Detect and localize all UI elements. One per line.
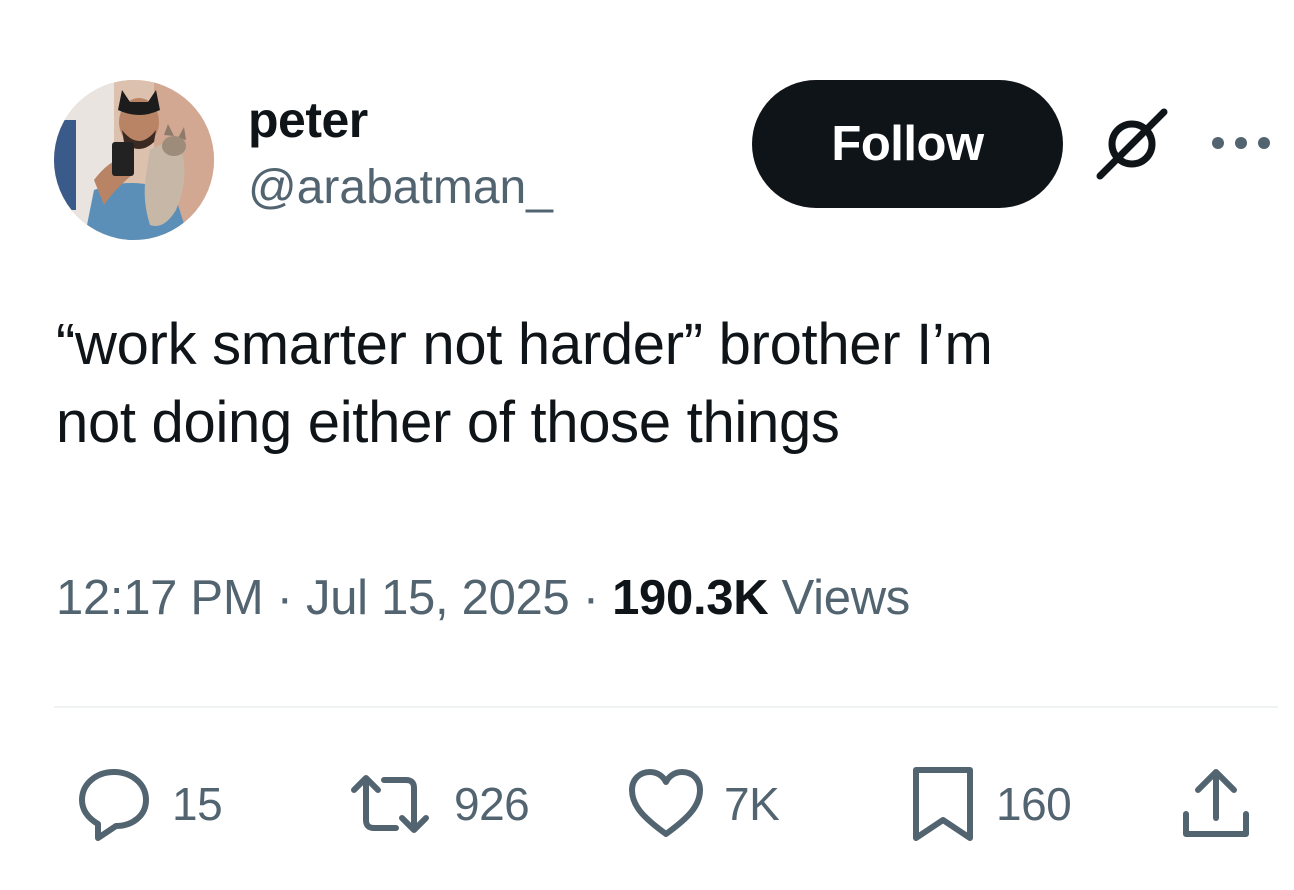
share-button[interactable] xyxy=(1178,764,1254,844)
user-block: peter @arabatman_ xyxy=(248,88,553,218)
grok-icon[interactable] xyxy=(1094,106,1170,182)
like-button[interactable]: 7K xyxy=(626,764,780,844)
follow-button[interactable]: Follow xyxy=(752,80,1063,208)
avatar[interactable] xyxy=(54,80,214,240)
tweet-date[interactable]: Jul 15, 2025 xyxy=(306,571,570,625)
tweet-time[interactable]: 12:17 PM xyxy=(56,571,264,625)
tweet-meta: 12:17 PM · Jul 15, 2025 · 190.3K Views xyxy=(56,566,910,630)
divider xyxy=(54,706,1278,708)
meta-separator: · xyxy=(276,571,293,625)
tweet-text-line: not doing either of those things xyxy=(56,390,840,455)
share-icon xyxy=(1178,764,1254,844)
views-label: Views xyxy=(781,571,911,625)
retweet-button[interactable]: 926 xyxy=(344,764,530,844)
bookmark-button[interactable]: 160 xyxy=(908,764,1072,844)
heart-icon xyxy=(626,764,706,844)
meta-separator: · xyxy=(582,571,599,625)
retweet-count: 926 xyxy=(454,778,530,830)
retweet-icon xyxy=(344,764,436,844)
like-count: 7K xyxy=(724,778,780,830)
reply-count: 15 xyxy=(172,778,223,830)
views-count: 190.3K xyxy=(612,571,769,625)
tweet-text-line: “work smarter not harder” brother I’m xyxy=(56,312,993,377)
reply-icon xyxy=(74,764,154,844)
more-horizontal-icon[interactable] xyxy=(1208,128,1274,158)
reply-button[interactable]: 15 xyxy=(74,764,223,844)
bookmark-count: 160 xyxy=(996,778,1072,830)
display-name[interactable]: peter xyxy=(248,88,553,152)
avatar-image xyxy=(54,80,214,240)
bookmark-icon xyxy=(908,764,978,844)
user-handle[interactable]: @arabatman_ xyxy=(248,158,553,218)
tweet-text: “work smarter not harder” brother I’m no… xyxy=(56,306,1256,462)
